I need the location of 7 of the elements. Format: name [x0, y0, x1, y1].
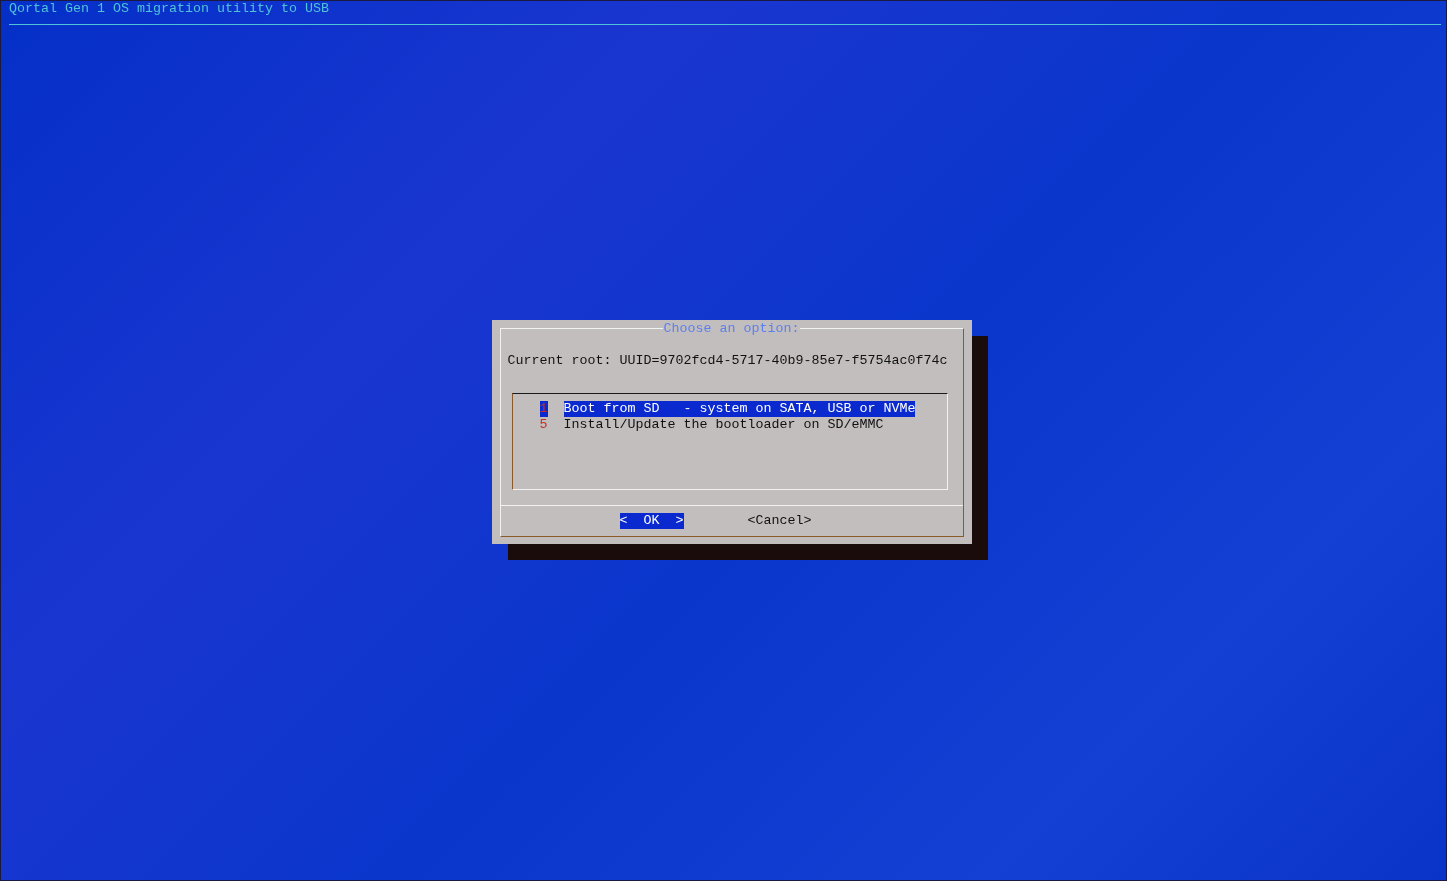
screen-title: Qortal Gen 1 OS migration utility to USB [8, 1, 330, 17]
dialog-message: Current root: UUID=9702fcd4-5717-40b9-85e7-f5754ac0f74c [506, 353, 949, 369]
menu-item[interactable]: Boot from SD - system on SATA, USB or NVMe [563, 401, 916, 417]
cancel-button[interactable]: <Cancel> [747, 513, 812, 529]
menu-item[interactable]: Install/Update the bootloader on SD/eMMC [563, 417, 884, 433]
ok-button[interactable]: < OK > [619, 513, 684, 529]
dialog-title: Choose an option: [662, 321, 801, 337]
